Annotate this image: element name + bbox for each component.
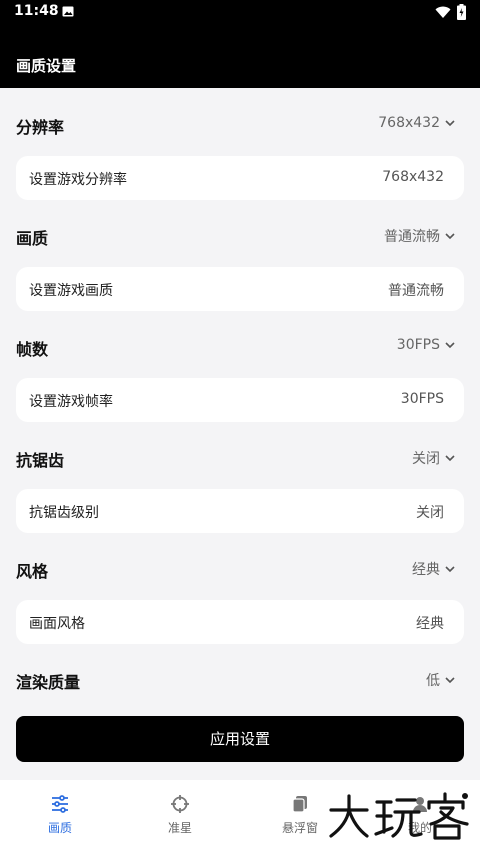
tab-quality-label: 画质: [47, 821, 72, 835]
chevron-down-icon: [445, 566, 455, 573]
section-title-fps: 帧数: [16, 340, 49, 359]
sliders-icon: [52, 795, 68, 813]
section-title-render-quality: 渲染质量: [16, 673, 81, 692]
antialiasing-card-value: 关闭: [416, 505, 444, 521]
tab-quality[interactable]: 画质: [0, 794, 120, 836]
resolution-card[interactable]: 设置游戏分辨率 768x432: [16, 156, 464, 200]
render-quality-dropdown[interactable]: 低: [426, 670, 456, 690]
style-dropdown-value: 经典: [412, 562, 440, 578]
status-time: 11:48: [14, 3, 59, 19]
chevron-down-icon: [445, 342, 455, 349]
chevron-down-icon: [445, 455, 455, 462]
style-card[interactable]: 画面风格 经典: [16, 600, 464, 644]
app-bar: 画质设置: [0, 24, 480, 88]
chevron-down-icon: [445, 233, 455, 240]
resolution-card-value: 768x432: [382, 169, 444, 185]
resolution-dropdown-value: 768x432: [378, 115, 440, 131]
gallery-notification-icon: [62, 6, 74, 17]
section-title-quality: 画质: [16, 229, 49, 248]
quality-card[interactable]: 设置游戏画质 普通流畅: [16, 267, 464, 311]
wifi-icon: [435, 6, 451, 18]
quality-dropdown[interactable]: 普通流畅: [384, 226, 456, 246]
fps-card-value: 30FPS: [400, 391, 444, 407]
battery-icon: [457, 4, 466, 20]
chevron-down-icon: [445, 120, 455, 127]
quality-dropdown-value: 普通流畅: [384, 229, 440, 245]
settings-content[interactable]: 分辨率 768x432 设置游戏分辨率 768x432 画质 普通流畅 设置游戏…: [0, 88, 480, 780]
chevron-down-icon: [445, 677, 455, 684]
status-bar: 11:48: [0, 0, 480, 24]
antialiasing-card[interactable]: 抗锯齿级别 关闭: [16, 489, 464, 533]
crosshair-icon: [171, 795, 189, 813]
quality-card-label: 设置游戏画质: [29, 283, 113, 299]
render-quality-dropdown-value: 低: [426, 673, 440, 689]
fps-card-label: 设置游戏帧率: [29, 394, 113, 410]
tab-crosshair[interactable]: 准星: [120, 794, 240, 836]
antialiasing-dropdown[interactable]: 关闭: [412, 448, 456, 468]
resolution-dropdown[interactable]: 768x432: [378, 115, 456, 131]
page-title: 画质设置: [16, 57, 77, 75]
fps-card[interactable]: 设置游戏帧率 30FPS: [16, 378, 464, 422]
section-title-antialiasing: 抗锯齿: [16, 451, 65, 470]
floating-window-icon: [292, 796, 307, 813]
style-card-label: 画面风格: [29, 616, 85, 632]
style-dropdown[interactable]: 经典: [412, 559, 456, 579]
fps-dropdown[interactable]: 30FPS: [397, 337, 456, 353]
watermark-logo: [329, 792, 469, 840]
antialiasing-card-label: 抗锯齿级别: [29, 505, 99, 521]
apply-settings-button[interactable]: 应用设置: [16, 716, 464, 762]
quality-card-value: 普通流畅: [388, 283, 444, 299]
tab-crosshair-label: 准星: [167, 821, 192, 835]
style-card-value: 经典: [416, 616, 444, 632]
fps-dropdown-value: 30FPS: [396, 337, 440, 353]
section-title-resolution: 分辨率: [16, 118, 65, 137]
resolution-card-label: 设置游戏分辨率: [29, 172, 127, 188]
antialiasing-dropdown-value: 关闭: [412, 451, 440, 467]
section-title-style: 风格: [16, 562, 49, 581]
